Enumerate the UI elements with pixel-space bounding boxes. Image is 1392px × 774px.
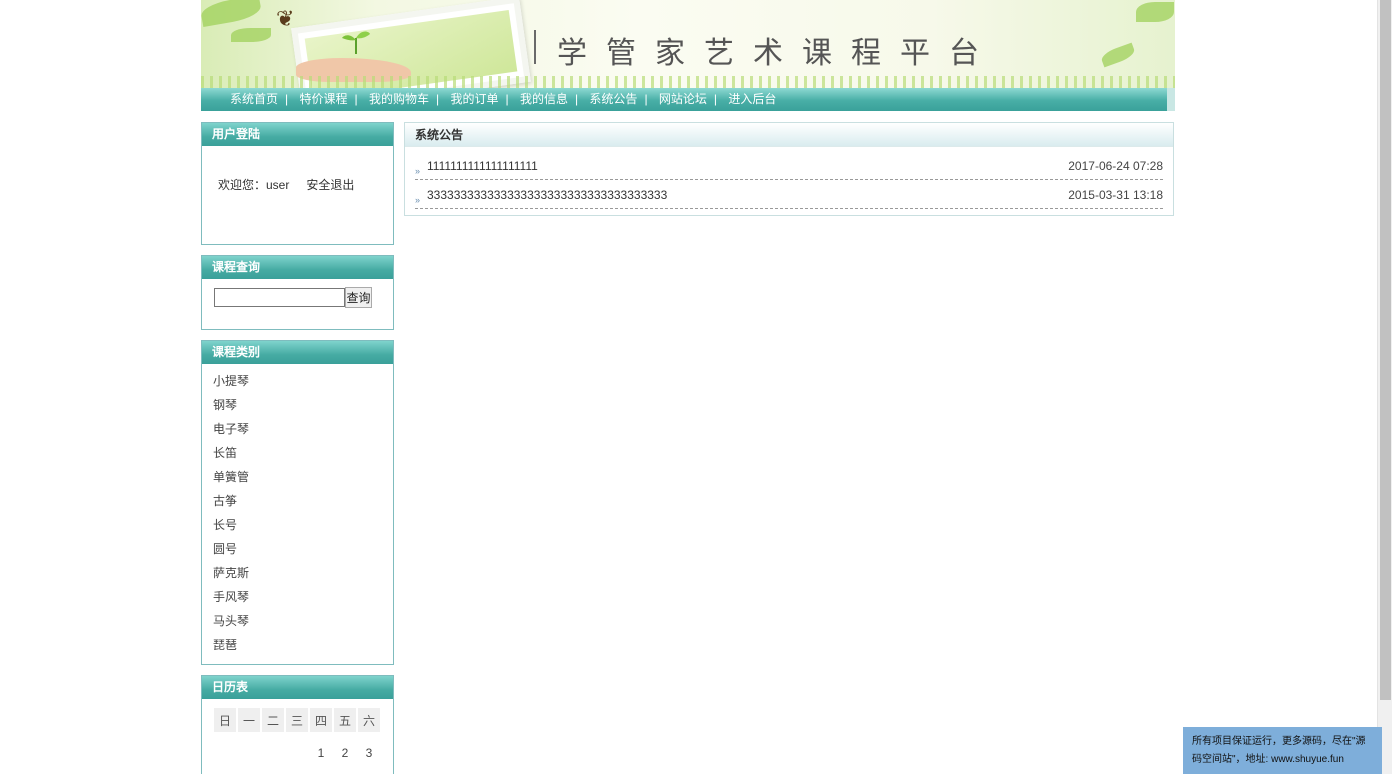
search-box: 课程查询 查询 [201,255,394,330]
nav-separator: | [285,92,289,106]
nav-my-info[interactable]: 我的信息 [520,92,568,106]
category-item[interactable]: 手风琴 [213,586,393,610]
leaf-decoration [231,28,271,42]
category-item[interactable]: 圆号 [213,538,393,562]
category-item[interactable]: 钢琴 [213,394,393,418]
calendar-day[interactable]: 4 [214,762,236,774]
vertical-scrollbar[interactable] [1377,0,1392,774]
main-nav: 系统首页 | 特价课程 | 我的购物车 | 我的订单 | 我的信息 | 系统公告 | 网站论… [201,88,1175,111]
banner-divider [534,30,536,64]
nav-admin[interactable]: 进入后台 [728,92,776,106]
category-item[interactable]: 琵琶 [213,634,393,658]
ad-popup[interactable]: 所有项目保证运行，更多源码，尽在"源码空间站"，地址: www.shuyue.f… [1183,727,1382,774]
nav-separator: | [713,92,718,106]
leaf-decoration [1136,2,1174,22]
page-container: ❦ 学管家艺术课程平台 系统首页 | 特价课程 | 我的购物车 | 我的订单 | 我的信… [201,0,1175,774]
calendar-day [286,734,308,760]
notice-list: » 1111111111111111111 2017-06-24 07:28 »… [405,147,1173,215]
nav-corner [1167,88,1175,111]
notice-row[interactable]: » 333333333333333333333333333333333333 2… [415,180,1163,209]
nav-notices[interactable]: 系统公告 [589,92,637,106]
category-item[interactable]: 电子琴 [213,418,393,442]
category-item[interactable]: 萨克斯 [213,562,393,586]
nav-separator: | [574,92,579,106]
site-banner: ❦ 学管家艺术课程平台 [201,0,1175,88]
calendar-day[interactable]: 8 [310,762,332,774]
leaf-decoration [201,0,263,28]
calendar-day [238,734,260,760]
category-item[interactable]: 马头琴 [213,610,393,634]
category-item[interactable]: 古筝 [213,490,393,514]
calendar-day[interactable]: 10 [358,762,380,774]
notice-title[interactable]: 333333333333333333333333333333333333 [427,188,1068,202]
calendar-day[interactable]: 5 [238,762,260,774]
scrollbar-thumb[interactable] [1380,0,1391,700]
calendar-box-title: 日历表 [202,676,393,699]
sidebar: 用户登陆 欢迎您：user 安全退出 课程查询 查询 课程类别 小提琴 钢琴 电子… [201,122,394,774]
leaf-decoration [1099,42,1137,68]
category-box: 课程类别 小提琴 钢琴 电子琴 长笛 单簧管 古筝 长号 圆号 萨克斯 手风琴 … [201,340,394,665]
nav-home[interactable]: 系统首页 [230,92,278,106]
login-box: 用户登陆 欢迎您：user 安全退出 [201,122,394,245]
search-button[interactable]: 查询 [345,287,372,308]
nav-separator: | [435,92,440,106]
welcome-text: 欢迎您：user [218,178,290,192]
weekday-header: 六 [358,708,380,732]
calendar-day [262,734,284,760]
search-box-title: 课程查询 [202,256,393,279]
weekday-header: 五 [334,708,356,732]
calendar-day[interactable]: 3 [358,734,380,760]
calendar-table: 日 一 二 三 四 五 六 1 2 3 [212,706,382,774]
nav-separator: | [354,92,358,106]
logout-link[interactable]: 安全退出 [306,178,354,192]
calendar-day[interactable]: 9 [334,762,356,774]
calendar-day[interactable]: 1 [310,734,332,760]
weekday-header: 四 [310,708,332,732]
category-item[interactable]: 单簧管 [213,466,393,490]
category-item[interactable]: 长笛 [213,442,393,466]
notice-panel: 系统公告 » 1111111111111111111 2017-06-24 07… [404,122,1174,216]
calendar-day [214,734,236,760]
nav-separator: | [505,92,509,106]
calendar-box: 日历表 日 一 二 三 四 五 六 1 2 3 [201,675,394,774]
course-search-input[interactable] [214,288,345,307]
nav-cart[interactable]: 我的购物车 [369,92,429,106]
category-item[interactable]: 小提琴 [213,370,393,394]
login-box-title: 用户登陆 [202,123,393,146]
category-box-title: 课程类别 [202,341,393,364]
notice-row[interactable]: » 1111111111111111111 2017-06-24 07:28 [415,151,1163,180]
double-arrow-bullet-icon: » [415,166,421,176]
weekday-header: 日 [214,708,236,732]
notice-date: 2015-03-31 13:18 [1068,188,1163,202]
notice-title[interactable]: 1111111111111111111 [427,159,1068,173]
nav-forum[interactable]: 网站论坛 [659,92,707,106]
notice-date: 2017-06-24 07:28 [1068,159,1163,173]
weekday-header: 二 [262,708,284,732]
notice-panel-title: 系统公告 [405,123,1173,147]
calendar-day[interactable]: 6 [262,762,284,774]
butterfly-icon: ❦ [276,6,295,31]
sprout-icon [342,31,370,54]
weekday-header: 一 [238,708,260,732]
calendar-day[interactable]: 2 [334,734,356,760]
calendar-day[interactable]: 7 [286,762,308,774]
grass-decoration [201,76,1175,88]
site-title: 学管家艺术课程平台 [557,36,998,71]
nav-separator: | [644,92,648,106]
category-item[interactable]: 长号 [213,514,393,538]
weekday-header: 三 [286,708,308,732]
nav-special-courses[interactable]: 特价课程 [299,92,347,106]
nav-orders[interactable]: 我的订单 [450,92,498,106]
double-arrow-bullet-icon: » [415,195,421,205]
